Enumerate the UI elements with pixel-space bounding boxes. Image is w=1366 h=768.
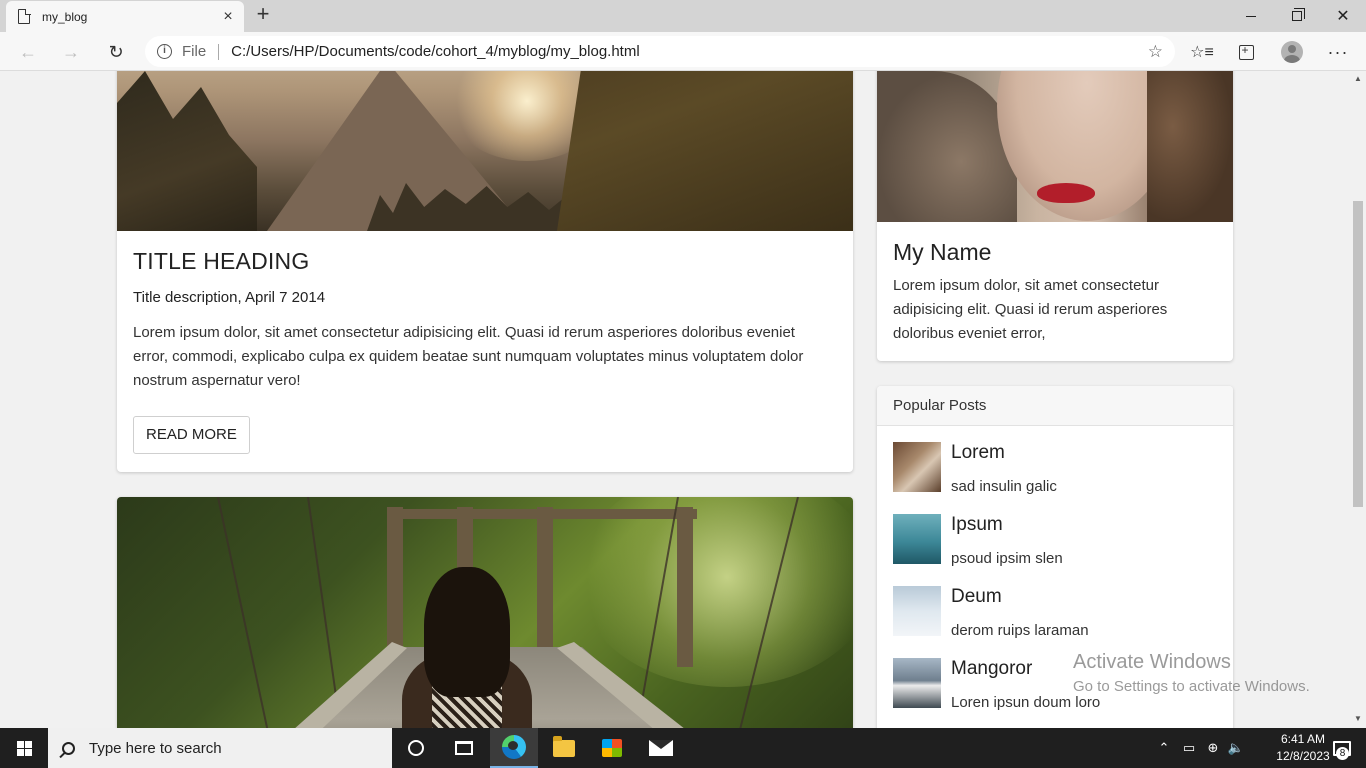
windows-taskbar: Type here to search ⌃ ▭ ⊕ 🔈 6:41 AM 12/8… bbox=[0, 728, 1366, 768]
chevron-up-icon: ⌃ bbox=[1158, 740, 1170, 755]
popular-post-subtitle: derom ruips laraman bbox=[951, 622, 1089, 639]
popular-post-thumbnail bbox=[893, 658, 941, 708]
popular-post-item[interactable]: Mangoror Loren ipsun doum loro bbox=[893, 658, 1213, 711]
browser-tab[interactable]: my_blog × bbox=[6, 1, 244, 32]
popular-post-item[interactable]: Deum derom ruips laraman bbox=[893, 586, 1213, 639]
popular-post-subtitle: sad insulin galic bbox=[951, 478, 1057, 495]
windows-logo-icon bbox=[16, 740, 32, 756]
address-bar[interactable]: i File C:/Users/HP/Documents/code/cohort… bbox=[145, 36, 1175, 67]
star-icon[interactable]: ☆ bbox=[1148, 42, 1163, 62]
profile-body: My Name Lorem ipsum dolor, sit amet cons… bbox=[893, 239, 1217, 346]
taskbar-mail[interactable] bbox=[637, 728, 685, 768]
post-text: Lorem ipsum dolor, sit amet consectetur … bbox=[133, 324, 804, 389]
more-button[interactable]: ··· bbox=[1324, 38, 1352, 66]
search-placeholder: Type here to search bbox=[89, 739, 222, 757]
scroll-down-icon[interactable]: ▼ bbox=[1354, 714, 1362, 723]
page-viewport: TITLE HEADING Title description, April 7… bbox=[0, 71, 1350, 728]
search-icon bbox=[62, 741, 75, 755]
address-divider bbox=[218, 43, 220, 60]
back-button[interactable]: ← bbox=[14, 38, 42, 66]
popular-post-subtitle: psoud ipsim slen bbox=[951, 550, 1063, 567]
post-title: TITLE HEADING bbox=[133, 248, 310, 274]
info-icon[interactable]: i bbox=[157, 44, 172, 59]
close-window-button[interactable]: ✕ bbox=[1320, 0, 1366, 32]
cortana-icon bbox=[408, 740, 424, 756]
popular-post-thumbnail bbox=[893, 514, 941, 564]
scroll-up-icon[interactable]: ▲ bbox=[1354, 74, 1362, 83]
arrow-right-icon: → bbox=[62, 41, 80, 62]
minimize-icon bbox=[1246, 15, 1256, 17]
tab-close-button[interactable]: × bbox=[220, 8, 236, 26]
post-image-mountain bbox=[117, 71, 853, 231]
restore-icon bbox=[1292, 8, 1305, 21]
profile-bio: Lorem ipsum dolor, sit amet consectetur … bbox=[893, 277, 1168, 342]
favorites-button[interactable]: ☆≡ bbox=[1188, 38, 1216, 66]
taskbar-edge[interactable] bbox=[490, 728, 538, 768]
refresh-icon: ↻ bbox=[108, 41, 124, 62]
post-image-bridge bbox=[117, 497, 853, 728]
popular-post-subtitle: Loren ipsun doum loro bbox=[951, 694, 1101, 711]
task-view-icon bbox=[455, 741, 473, 755]
forward-button[interactable]: → bbox=[57, 38, 85, 66]
popular-post-thumbnail bbox=[893, 586, 941, 636]
restore-button[interactable] bbox=[1274, 0, 1320, 32]
notification-badge: 8 bbox=[1336, 747, 1349, 760]
battery-button[interactable]: ▭ bbox=[1178, 728, 1200, 768]
popular-post-item[interactable]: Ipsum psoud ipsim slen bbox=[893, 514, 1213, 567]
profile-card: My Name Lorem ipsum dolor, sit amet cons… bbox=[877, 71, 1233, 361]
globe-icon: ⊕ bbox=[1207, 740, 1219, 755]
popular-post-title: Ipsum bbox=[951, 514, 1003, 535]
more-icon: ··· bbox=[1327, 41, 1349, 62]
speaker-icon: 🔈 bbox=[1227, 740, 1245, 755]
show-hidden-icons-button[interactable]: ⌃ bbox=[1152, 728, 1176, 768]
arrow-left-icon: ← bbox=[19, 41, 37, 62]
browser-toolbar: ← → ↻ i File C:/Users/HP/Documents/code/… bbox=[0, 32, 1366, 71]
page-icon bbox=[18, 8, 31, 24]
popular-post-title: Mangoror bbox=[951, 658, 1033, 679]
popular-posts-card: Popular Posts Lorem sad insulin galic Ip… bbox=[877, 386, 1233, 728]
post-body: TITLE HEADING Title description, April 7… bbox=[133, 241, 837, 454]
network-button[interactable]: ⊕ bbox=[1202, 728, 1224, 768]
cortana-button[interactable] bbox=[392, 728, 440, 768]
post-subtitle: Title description, April 7 2014 bbox=[133, 289, 326, 306]
read-more-button[interactable]: READ MORE bbox=[133, 416, 250, 454]
store-icon bbox=[602, 739, 622, 757]
task-view-button[interactable] bbox=[440, 728, 488, 768]
collections-icon bbox=[1238, 43, 1254, 60]
popular-post-title: Lorem bbox=[951, 442, 1005, 463]
blog-post-card bbox=[117, 497, 853, 728]
popular-post-title: Deum bbox=[951, 586, 1002, 607]
battery-icon: ▭ bbox=[1182, 740, 1196, 755]
collections-button[interactable] bbox=[1232, 38, 1260, 66]
profile-button[interactable] bbox=[1278, 38, 1306, 66]
close-icon: ✕ bbox=[1336, 8, 1350, 25]
favorites-icon: ☆≡ bbox=[1190, 44, 1214, 61]
address-url[interactable]: C:/Users/HP/Documents/code/cohort_4/mybl… bbox=[231, 43, 1148, 60]
edge-icon bbox=[502, 735, 526, 759]
address-scheme: File bbox=[182, 43, 207, 60]
browser-tab-bar: my_blog × + ✕ bbox=[0, 0, 1366, 32]
new-tab-button[interactable]: + bbox=[252, 3, 274, 26]
blog-post-card: TITLE HEADING Title description, April 7… bbox=[117, 71, 853, 472]
profile-image bbox=[877, 71, 1233, 222]
taskbar-store[interactable] bbox=[588, 728, 636, 768]
scrollbar-thumb[interactable] bbox=[1353, 201, 1363, 507]
refresh-button[interactable]: ↻ bbox=[102, 38, 130, 66]
popular-posts-header: Popular Posts bbox=[877, 386, 1233, 426]
popular-post-thumbnail bbox=[893, 442, 941, 492]
taskbar-search[interactable]: Type here to search bbox=[48, 728, 392, 768]
profile-name: My Name bbox=[893, 239, 992, 265]
popular-post-item[interactable]: Lorem sad insulin galic bbox=[893, 442, 1213, 495]
page-scrollbar[interactable]: ▲ ▼ bbox=[1350, 71, 1366, 728]
taskbar-file-explorer[interactable] bbox=[540, 728, 588, 768]
mail-icon bbox=[649, 740, 673, 756]
minimize-button[interactable] bbox=[1228, 0, 1274, 32]
profile-icon bbox=[1281, 41, 1303, 63]
folder-icon bbox=[553, 735, 575, 757]
tab-title: my_blog bbox=[42, 9, 88, 24]
volume-button[interactable]: 🔈 bbox=[1225, 728, 1247, 768]
start-button[interactable] bbox=[0, 728, 48, 768]
